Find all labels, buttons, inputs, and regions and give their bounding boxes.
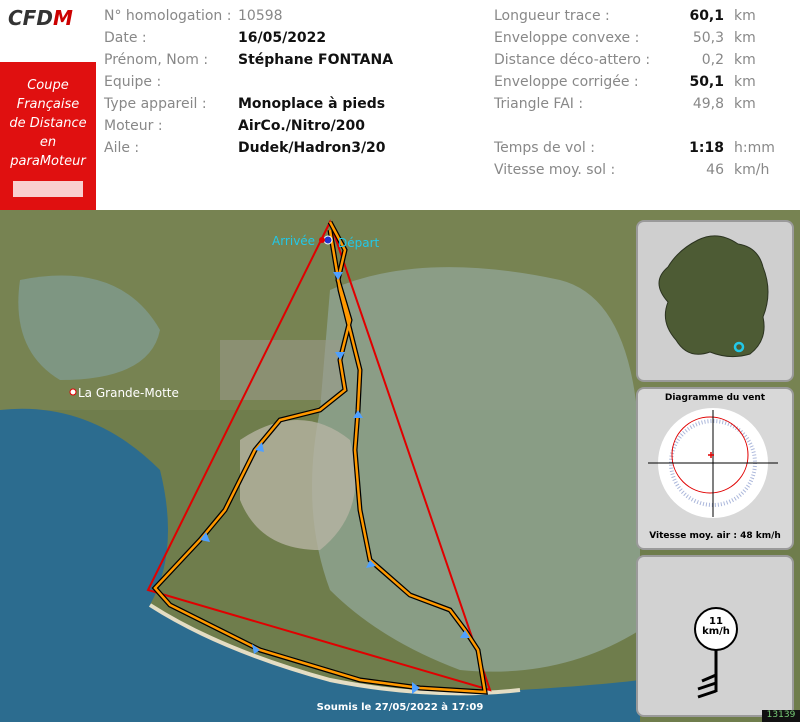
brand-line-2: Française <box>16 97 80 112</box>
homologation-value: 10598 <box>238 8 283 24</box>
track-value: 60,1 <box>689 8 724 24</box>
corrected-value: 50,1 <box>689 74 724 90</box>
aircraft-label: Type appareil : <box>104 96 207 112</box>
fai-unit: km <box>734 96 756 112</box>
wind-speed-panel: 11 km/h <box>636 555 794 717</box>
time-value: 1:18 <box>689 140 724 156</box>
brand-line-4: en <box>39 135 57 150</box>
fai-value: 49,8 <box>692 96 724 112</box>
wing-label: Aile : <box>104 140 140 156</box>
wind-speed-label: 11 km/h <box>696 617 736 637</box>
homologation-label: N° homologation : <box>104 8 232 24</box>
logo: CFDM <box>0 0 96 62</box>
speed-unit: km/h <box>734 162 770 178</box>
aircraft-value: Monoplace à pieds <box>238 96 386 112</box>
brand-line-3: de Distance <box>9 116 87 131</box>
fai-label: Triangle FAI : <box>494 96 584 112</box>
arrival-label: Arrivée <box>272 234 316 248</box>
wing-value: Dudek/Hadron3/20 <box>238 140 386 156</box>
team-label: Equipe : <box>104 74 162 90</box>
wind-speed-unit: km/h <box>702 626 730 637</box>
corrected-label: Enveloppe corrigée : <box>494 74 639 90</box>
departure-label: Départ <box>338 236 380 250</box>
france-outline <box>658 235 769 358</box>
departure-marker[interactable] <box>323 235 333 245</box>
wind-diagram-panel: Diagramme du vent Vitesse moy. air : 48 … <box>636 387 794 550</box>
date-value: 16/05/2022 <box>238 30 327 46</box>
deco-value: 0,2 <box>701 52 724 68</box>
wind-airspeed: Vitesse moy. air : 48 km/h <box>649 531 781 541</box>
engine-label: Moteur : <box>104 118 163 134</box>
hull-value: 50,3 <box>692 30 724 46</box>
deco-label: Distance déco-attero : <box>494 52 651 68</box>
speed-value: 46 <box>706 162 724 178</box>
brand-divider <box>13 181 83 197</box>
name-label: Prénom, Nom : <box>104 52 209 68</box>
arrival-marker[interactable] <box>319 237 325 243</box>
brand-line-5: paraMoteur <box>10 154 86 169</box>
track-unit: km <box>734 8 756 24</box>
wind-diagram-svg <box>648 408 778 518</box>
record-badge: 13139 <box>762 710 800 722</box>
brand-sidebar: Coupe Française de Distance en paraMoteu… <box>0 62 96 210</box>
name-value: Stéphane FONTANA <box>238 52 394 68</box>
time-unit: h:mm <box>734 140 775 156</box>
wind-diagram-title: Diagramme du vent <box>664 393 766 403</box>
france-overview-panel <box>636 220 794 382</box>
deco-unit: km <box>734 52 756 68</box>
hull-label: Enveloppe convexe : <box>494 30 640 46</box>
logo-text: CFDM <box>8 6 73 30</box>
hull-unit: km <box>734 30 756 46</box>
header: CFDM Coupe Française de Distance en para… <box>0 0 800 210</box>
wind-barb-feathers <box>697 673 717 699</box>
speed-label: Vitesse moy. sol : <box>494 162 616 178</box>
engine-value: AirCo./Nitro/200 <box>238 118 365 134</box>
date-label: Date : <box>104 30 147 46</box>
lagoon <box>312 267 640 672</box>
town-label: La Grande-Motte <box>78 386 179 400</box>
corrected-unit: km <box>734 74 756 90</box>
time-label: Temps de vol : <box>494 140 595 156</box>
track-label: Longueur trace : <box>494 8 610 24</box>
town-area <box>220 340 340 400</box>
flight-map[interactable]: Arrivée Départ La Grande-Motte Diagramme… <box>0 210 800 722</box>
town-marker <box>69 388 77 396</box>
submission-footer: Soumis le 27/05/2022 à 17:09 <box>316 702 484 713</box>
brand-line-1: Coupe <box>27 78 69 93</box>
france-map-svg <box>658 235 769 358</box>
